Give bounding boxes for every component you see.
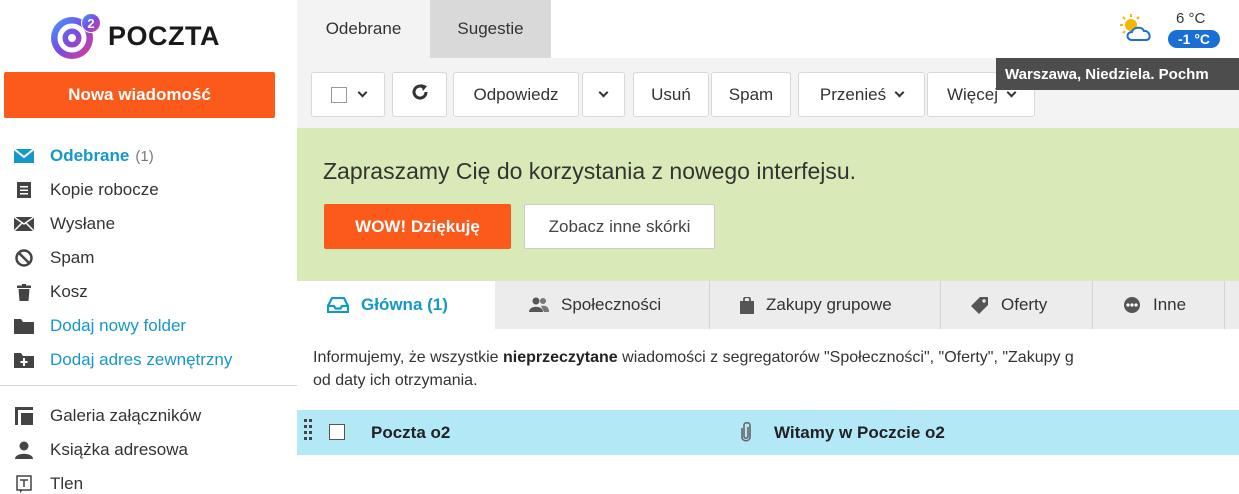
logo-text: POCZTA: [108, 20, 220, 51]
more-label: Więcej: [946, 84, 998, 104]
folder-spam[interactable]: Spam: [14, 241, 296, 275]
drag-handle-icon[interactable]: [304, 419, 314, 445]
add-folder-link[interactable]: Dodaj nowy folder: [14, 309, 296, 343]
tab-inbox[interactable]: Odebrane: [297, 0, 430, 58]
new-interface-banner: Zapraszamy Cię do korzystania z nowego i…: [297, 128, 1239, 281]
refresh-icon: [411, 83, 429, 106]
folder-label: Kopie robocze: [50, 180, 159, 199]
info-suffix: wiadomości z segregatorów "Społeczności"…: [617, 349, 1074, 366]
delete-button[interactable]: Usuń: [633, 72, 709, 117]
see-other-skins-button[interactable]: Zobacz inne skórki: [524, 204, 715, 249]
move-dropdown[interactable]: Przenieś: [798, 72, 925, 117]
trash-icon: [14, 282, 34, 302]
chevron-down-icon: [357, 87, 367, 98]
info-bold: nieprzeczytane: [502, 349, 618, 366]
tab-label: Oferty: [1001, 295, 1048, 314]
tab-label: Inne: [1153, 295, 1187, 314]
attachments-gallery-link[interactable]: Galeria załączników: [14, 399, 296, 433]
tab-suggestions[interactable]: Sugestie: [430, 0, 551, 58]
tab-divider: [1224, 281, 1225, 329]
folder-trash[interactable]: Kosz: [14, 275, 296, 309]
select-all-checkbox[interactable]: [330, 86, 347, 103]
banner-text: Zapraszamy Cię do korzystania z nowego i…: [323, 158, 857, 184]
top-tabs: Odebrane Sugestie: [297, 0, 551, 58]
o2-logo-icon: 2: [48, 11, 102, 61]
message-row[interactable]: Poczta o2 Witamy w Poczcie o2: [297, 410, 1239, 455]
compose-button[interactable]: Nowa wiadomość: [4, 72, 275, 118]
tool-label: Tlen: [50, 474, 84, 493]
select-all-dropdown[interactable]: [311, 72, 385, 117]
weather-tooltip: Warszawa, Niedziela. Pochm: [996, 58, 1239, 90]
refresh-button[interactable]: [392, 72, 447, 117]
envelope-icon: [14, 146, 34, 166]
folder-drafts[interactable]: Kopie robocze: [14, 173, 296, 207]
unread-count: (1): [135, 147, 154, 165]
tab-label: Zakupy grupowe: [766, 295, 892, 314]
folder-label: Dodaj adres zewnętrzny: [50, 350, 233, 369]
ban-icon: [14, 248, 34, 268]
info-line-2: od daty ich otrzymania.: [313, 372, 478, 389]
dots-icon: [1123, 296, 1141, 314]
message-sender: Poczta o2: [371, 423, 451, 442]
shopping-bag-icon: [740, 296, 754, 314]
message-checkbox[interactable]: [329, 424, 345, 440]
partly-cloudy-icon: [1120, 14, 1154, 47]
tool-label: Książka adresowa: [50, 440, 188, 459]
reply-options-dropdown[interactable]: [582, 72, 625, 117]
inbox-tray-icon: [327, 297, 349, 313]
tlen-icon: [14, 474, 34, 494]
draft-icon: [14, 180, 34, 200]
info-notice: Informujemy, że wszystkie nieprzeczytane…: [313, 346, 1239, 392]
tag-icon: [971, 296, 989, 314]
reply-button[interactable]: Odpowiedz: [453, 72, 579, 117]
accept-new-interface-button[interactable]: WOW! Dziękuję: [324, 204, 511, 249]
chevron-down-icon: [894, 87, 905, 98]
attachment-icon: [740, 421, 752, 447]
tab-offers[interactable]: Oferty: [941, 281, 1092, 329]
tools-list: Galeria załączników Książka adresowa Tle…: [14, 399, 296, 494]
info-line-1: Informujemy, że wszystkie nieprzeczytane…: [313, 346, 1239, 369]
chevron-down-icon: [598, 87, 609, 98]
gallery-icon: [14, 406, 34, 426]
folder-icon: [14, 316, 34, 336]
sent-icon: [14, 214, 34, 234]
tab-label: Społeczności: [561, 295, 662, 314]
folder-label: Spam: [50, 248, 95, 267]
info-prefix: Informujemy, że wszystkie: [313, 349, 503, 366]
tab-group-shopping[interactable]: Zakupy grupowe: [710, 281, 940, 329]
category-tabs: Główna (1) Społeczności Zakupy grupowe O…: [297, 281, 1239, 329]
folder-sent[interactable]: Wysłane: [14, 207, 296, 241]
svg-text:2: 2: [87, 16, 94, 31]
tab-social[interactable]: Społeczności: [495, 281, 709, 329]
temperature-low: -1 °C: [1168, 30, 1221, 48]
folder-inbox[interactable]: Odebrane (1): [14, 139, 296, 173]
people-icon: [529, 297, 549, 313]
tlen-link[interactable]: Tlen: [14, 467, 296, 494]
folder-list: Odebrane (1) Kopie robocze Wysłane Spam: [14, 139, 296, 377]
sidebar: 2 POCZTA Nowa wiadomość Odebrane (1) Kop…: [0, 0, 297, 494]
temperature-high: 6 °C: [1176, 10, 1206, 27]
folder-label: Wysłane: [50, 214, 116, 233]
folder-add-icon: [14, 350, 34, 370]
add-external-address-link[interactable]: Dodaj adres zewnętrzny: [14, 343, 296, 377]
tab-other[interactable]: Inne: [1093, 281, 1223, 329]
sidebar-divider: [0, 385, 297, 386]
logo[interactable]: 2 POCZTA: [48, 6, 220, 66]
spam-button[interactable]: Spam: [711, 72, 791, 117]
folder-label: Odebrane: [50, 146, 130, 165]
tab-main[interactable]: Główna (1): [297, 281, 495, 329]
weather-widget[interactable]: 6 °C -1 °C: [1118, 8, 1239, 52]
address-book-link[interactable]: Książka adresowa: [14, 433, 296, 467]
person-icon: [14, 440, 34, 460]
message-subject: Witamy w Poczcie o2: [774, 423, 945, 442]
move-label: Przenieś: [819, 84, 887, 104]
tab-label: Główna (1): [361, 295, 448, 314]
mail-app: 2 POCZTA Nowa wiadomość Odebrane (1) Kop…: [0, 0, 1239, 494]
tool-label: Galeria załączników: [50, 406, 202, 425]
folder-label: Dodaj nowy folder: [50, 316, 187, 335]
folder-label: Kosz: [50, 282, 88, 301]
